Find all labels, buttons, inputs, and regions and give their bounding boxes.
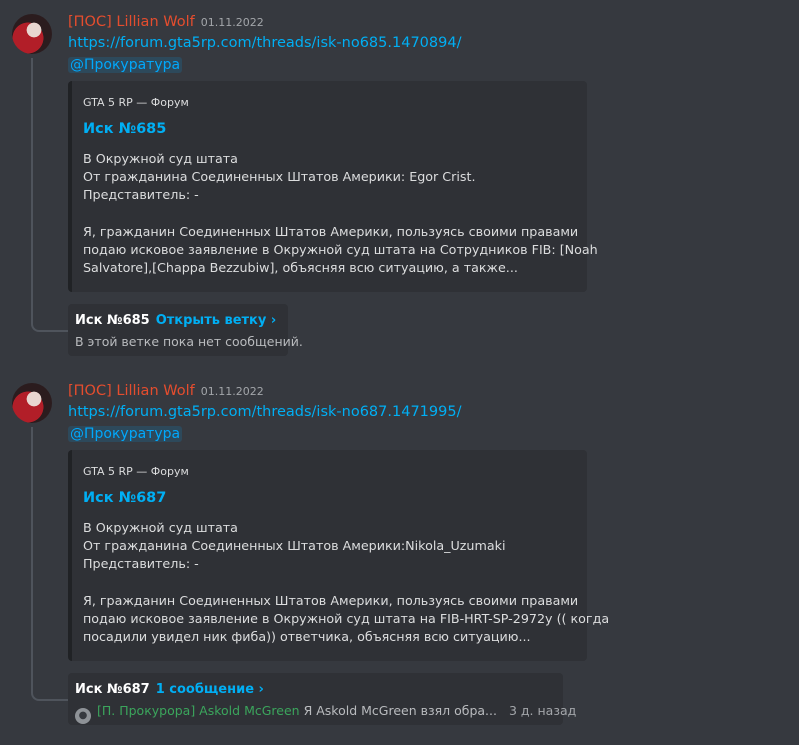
- embed-line: подаю исковое заявление в Окружной суд ш…: [83, 611, 610, 627]
- link-embed: GTA 5 RP — Форум Иск №685 В Окружной суд…: [68, 81, 598, 292]
- role-mention[interactable]: @Прокуратура: [68, 426, 183, 442]
- message-header: [ПОС] Lillian Wolf 01.11.2022: [68, 12, 264, 33]
- thread-card[interactable]: Иск №685 Открыть ветку › В этой ветке пок…: [68, 304, 303, 356]
- embed-description: В Окружной суд штата От гражданина Соеди…: [83, 150, 598, 277]
- link-embed: GTA 5 RP — Форум Иск №687 В Окружной суд…: [68, 450, 610, 661]
- thread-name: Иск №687: [75, 682, 150, 697]
- embed-description: В Окружной суд штата От гражданина Соеди…: [83, 519, 610, 646]
- embed-line: подаю исковое заявление в Окружной суд ш…: [83, 242, 598, 258]
- thread-last-message[interactable]: ● [П. Прокурора] Askold McGreen Я Askold M…: [75, 703, 576, 724]
- embed-line: Представитель: -: [83, 556, 199, 572]
- forum-link[interactable]: https://forum.gta5rp.com/threads/isk-no6…: [68, 35, 461, 51]
- embed-line: В Окружной суд штата: [83, 151, 238, 166]
- thread-title: Иск №687 1 сообщение ›: [75, 682, 264, 697]
- embed-line: Представитель: -: [83, 187, 199, 203]
- reply-author: [П. Прокурора] Askold McGreen: [97, 703, 300, 718]
- thread-name: Иск №685: [75, 313, 150, 328]
- role-mention[interactable]: @Прокуратура: [68, 57, 183, 73]
- reply-preview: Я Askold McGreen взял обра...: [303, 703, 497, 718]
- thread-message-count-link[interactable]: 1 сообщение ›: [156, 682, 264, 697]
- reply-time: 3 д. назад: [508, 703, 577, 718]
- embed-line: Я, гражданин Соединенных Штатов Америки,…: [83, 592, 579, 608]
- embed-line: От гражданина Соединенных Штатов Америки…: [83, 169, 476, 185]
- author-avatar[interactable]: [12, 14, 52, 54]
- thread-spine: [31, 58, 69, 332]
- embed-line: [83, 574, 583, 592]
- thread-title: Иск №685 Открыть ветку ›: [75, 313, 276, 328]
- thread-empty-text: В этой ветке пока нет сообщений.: [75, 334, 303, 349]
- author-name[interactable]: [ПОС] Lillian Wolf: [68, 14, 195, 30]
- embed-provider: GTA 5 RP — Форум: [83, 465, 189, 478]
- embed-line: [83, 205, 583, 223]
- embed-provider: GTA 5 RP — Форум: [83, 96, 189, 109]
- embed-title[interactable]: Иск №687: [83, 490, 166, 506]
- open-thread-link[interactable]: Открыть ветку ›: [156, 313, 277, 328]
- embed-title[interactable]: Иск №685: [83, 121, 166, 137]
- message-header: [ПОС] Lillian Wolf 01.11.2022: [68, 381, 264, 402]
- thread-card[interactable]: Иск №687 1 сообщение › ● [П. Прокурора] As…: [68, 673, 576, 725]
- forum-link[interactable]: https://forum.gta5rp.com/threads/isk-no6…: [68, 404, 461, 420]
- embed-line: От гражданина Соединенных Штатов Америки…: [83, 538, 506, 554]
- embed-line: В Окружной суд штата: [83, 520, 238, 535]
- reply-avatar-icon: ●: [75, 708, 91, 724]
- message-timestamp: 01.11.2022: [200, 385, 264, 398]
- embed-line: Salvatore],[Chappa Bezzubiw], объясняя в…: [83, 260, 518, 276]
- embed-line: Я, гражданин Соединенных Штатов Америки,…: [83, 223, 579, 239]
- embed-line: посадили увидел ник фиба)) ответчика, об…: [83, 629, 531, 645]
- message-timestamp: 01.11.2022: [200, 16, 264, 29]
- thread-spine: [31, 427, 69, 701]
- author-avatar[interactable]: [12, 383, 52, 423]
- author-name[interactable]: [ПОС] Lillian Wolf: [68, 383, 195, 399]
